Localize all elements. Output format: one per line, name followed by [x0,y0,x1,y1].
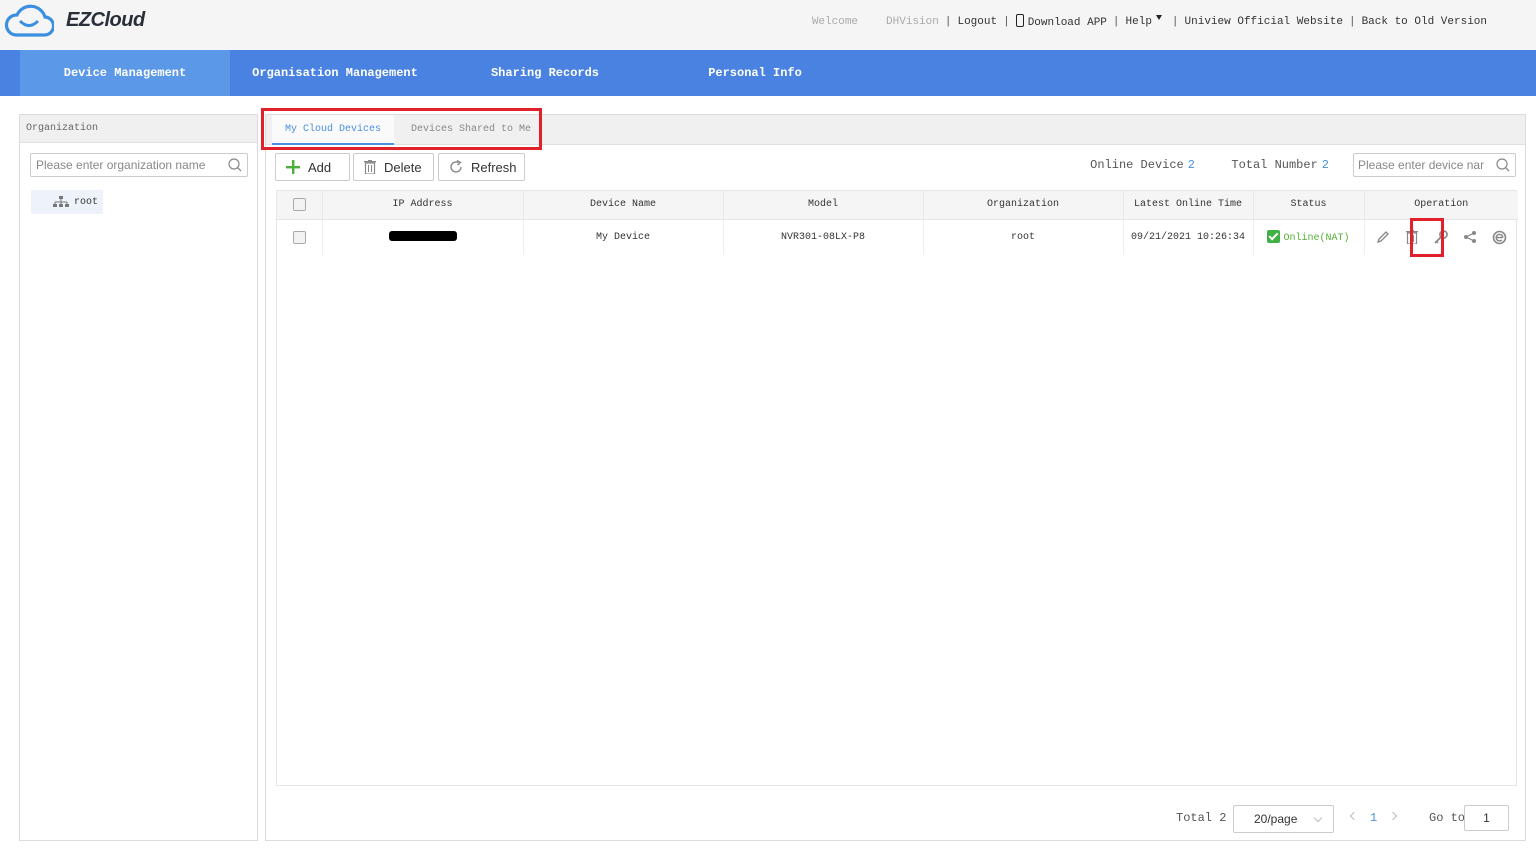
delete-button[interactable]: Delete [353,153,434,181]
operation-cell [1364,219,1518,255]
add-button[interactable]: Add [275,153,350,181]
chevron-down-icon [1313,813,1323,823]
nav-sharing-records[interactable]: Sharing Records [470,50,620,96]
tab-my-cloud-devices[interactable]: My Cloud Devices [272,115,394,145]
ip-address-cell [322,219,524,255]
tree-node-root[interactable]: root [31,190,103,214]
status-cell: Online(NAT) [1253,219,1365,255]
refresh-button[interactable]: Refresh [438,153,525,181]
total-number-count: 2 [1321,158,1329,172]
devices-panel: My Cloud Devices Devices Shared to Me Ad… [261,108,1526,841]
refresh-icon [450,160,462,173]
official-website-link[interactable]: Uniview Official Website [1185,16,1343,28]
delete-icon[interactable] [1404,229,1420,245]
online-device-label: Online Device [1090,158,1184,172]
trash-icon [364,160,376,174]
web-access-icon[interactable] [1491,229,1507,245]
download-app-label: Download APP [1027,17,1107,29]
goto-page-input[interactable] [1464,805,1509,831]
table-row: My Device NVR301-08LX-P8 root 09/21/2021… [277,219,1518,255]
delete-label: Delete [384,159,422,175]
organization-cell: root [923,219,1124,255]
prev-page-icon[interactable] [1349,811,1359,821]
current-page[interactable]: 1 [1370,811,1377,825]
device-summary: Online Device 2 Total Number 2 [1090,158,1329,172]
nav-organisation-management[interactable]: Organisation Management [240,50,430,96]
help-menu[interactable]: Help [1126,15,1162,28]
username-text: DHVision [886,15,939,28]
org-tree-icon [53,196,69,207]
device-tabs: My Cloud Devices Devices Shared to Me [266,115,1525,145]
table-header-row: IP Address Device Name Model Organizatio… [277,191,1518,220]
tree-root-label: root [74,196,99,208]
edit-icon[interactable] [1375,229,1391,245]
device-search [1353,153,1516,177]
cloud-logo-icon [4,4,54,37]
refresh-label: Refresh [471,159,517,175]
col-status: Status [1253,191,1365,220]
col-organization: Organization [923,191,1124,220]
page-size-select[interactable]: 20/page [1233,805,1334,833]
row-select-cell [277,219,323,255]
col-operation: Operation [1364,191,1518,220]
search-icon[interactable] [228,158,242,172]
organization-search [30,153,248,177]
phone-icon [1015,14,1024,27]
status-text: Online(NAT) [1283,233,1350,245]
top-header: EZCloud Welcome DHVision | Logout | Down… [0,0,1536,50]
download-app-link[interactable]: Download APP [1015,14,1107,29]
goto-label: Go to [1429,811,1466,825]
total-number-label: Total Number [1231,158,1318,172]
brand-name: EZCloud [66,9,145,31]
col-ip-address: IP Address [322,191,524,220]
col-device-name: Device Name [523,191,724,220]
logout-link[interactable]: Logout [957,16,997,28]
add-label: Add [308,159,332,175]
search-icon[interactable] [1496,158,1510,172]
device-search-input[interactable] [1354,154,1484,176]
select-all-checkbox[interactable] [292,198,306,212]
key-icon[interactable] [1433,229,1449,245]
device-table: IP Address Device Name Model Organizatio… [276,190,1518,786]
col-model: Model [723,191,924,220]
nav-personal-info[interactable]: Personal Info [690,50,820,96]
page-size-value: 20/page [1254,812,1298,826]
device-name-cell: My Device [523,219,724,255]
top-links: Welcome DHVision | Logout | Download APP… [811,14,1487,29]
pagination: Total 2 20/page 1 Go to [266,805,1525,835]
organization-search-input[interactable] [31,154,221,176]
organization-title: Organization [20,115,257,143]
plus-icon [286,160,300,174]
row-checkbox[interactable] [292,230,306,244]
col-latest-online-time: Latest Online Time [1123,191,1254,220]
pagination-total: Total 2 [1176,811,1227,825]
online-check-icon [1267,230,1281,244]
select-all-cell [277,191,323,220]
main-nav: Device Management Organisation Managemen… [0,50,1536,96]
caret-down-icon [1155,15,1162,20]
help-label: Help [1125,16,1152,28]
welcome-text: Welcome [811,15,859,28]
organization-panel: Organization root [19,114,258,841]
nav-device-management[interactable]: Device Management [20,50,230,96]
model-cell: NVR301-08LX-P8 [723,219,924,255]
next-page-icon[interactable] [1388,811,1398,821]
old-version-link[interactable]: Back to Old Version [1362,16,1487,28]
redacted-ip [388,231,457,242]
online-device-count: 2 [1187,158,1195,172]
latest-online-cell: 09/21/2021 10:26:34 [1123,219,1254,255]
share-icon[interactable] [1462,229,1478,245]
tab-devices-shared-to-me[interactable]: Devices Shared to Me [406,115,536,145]
